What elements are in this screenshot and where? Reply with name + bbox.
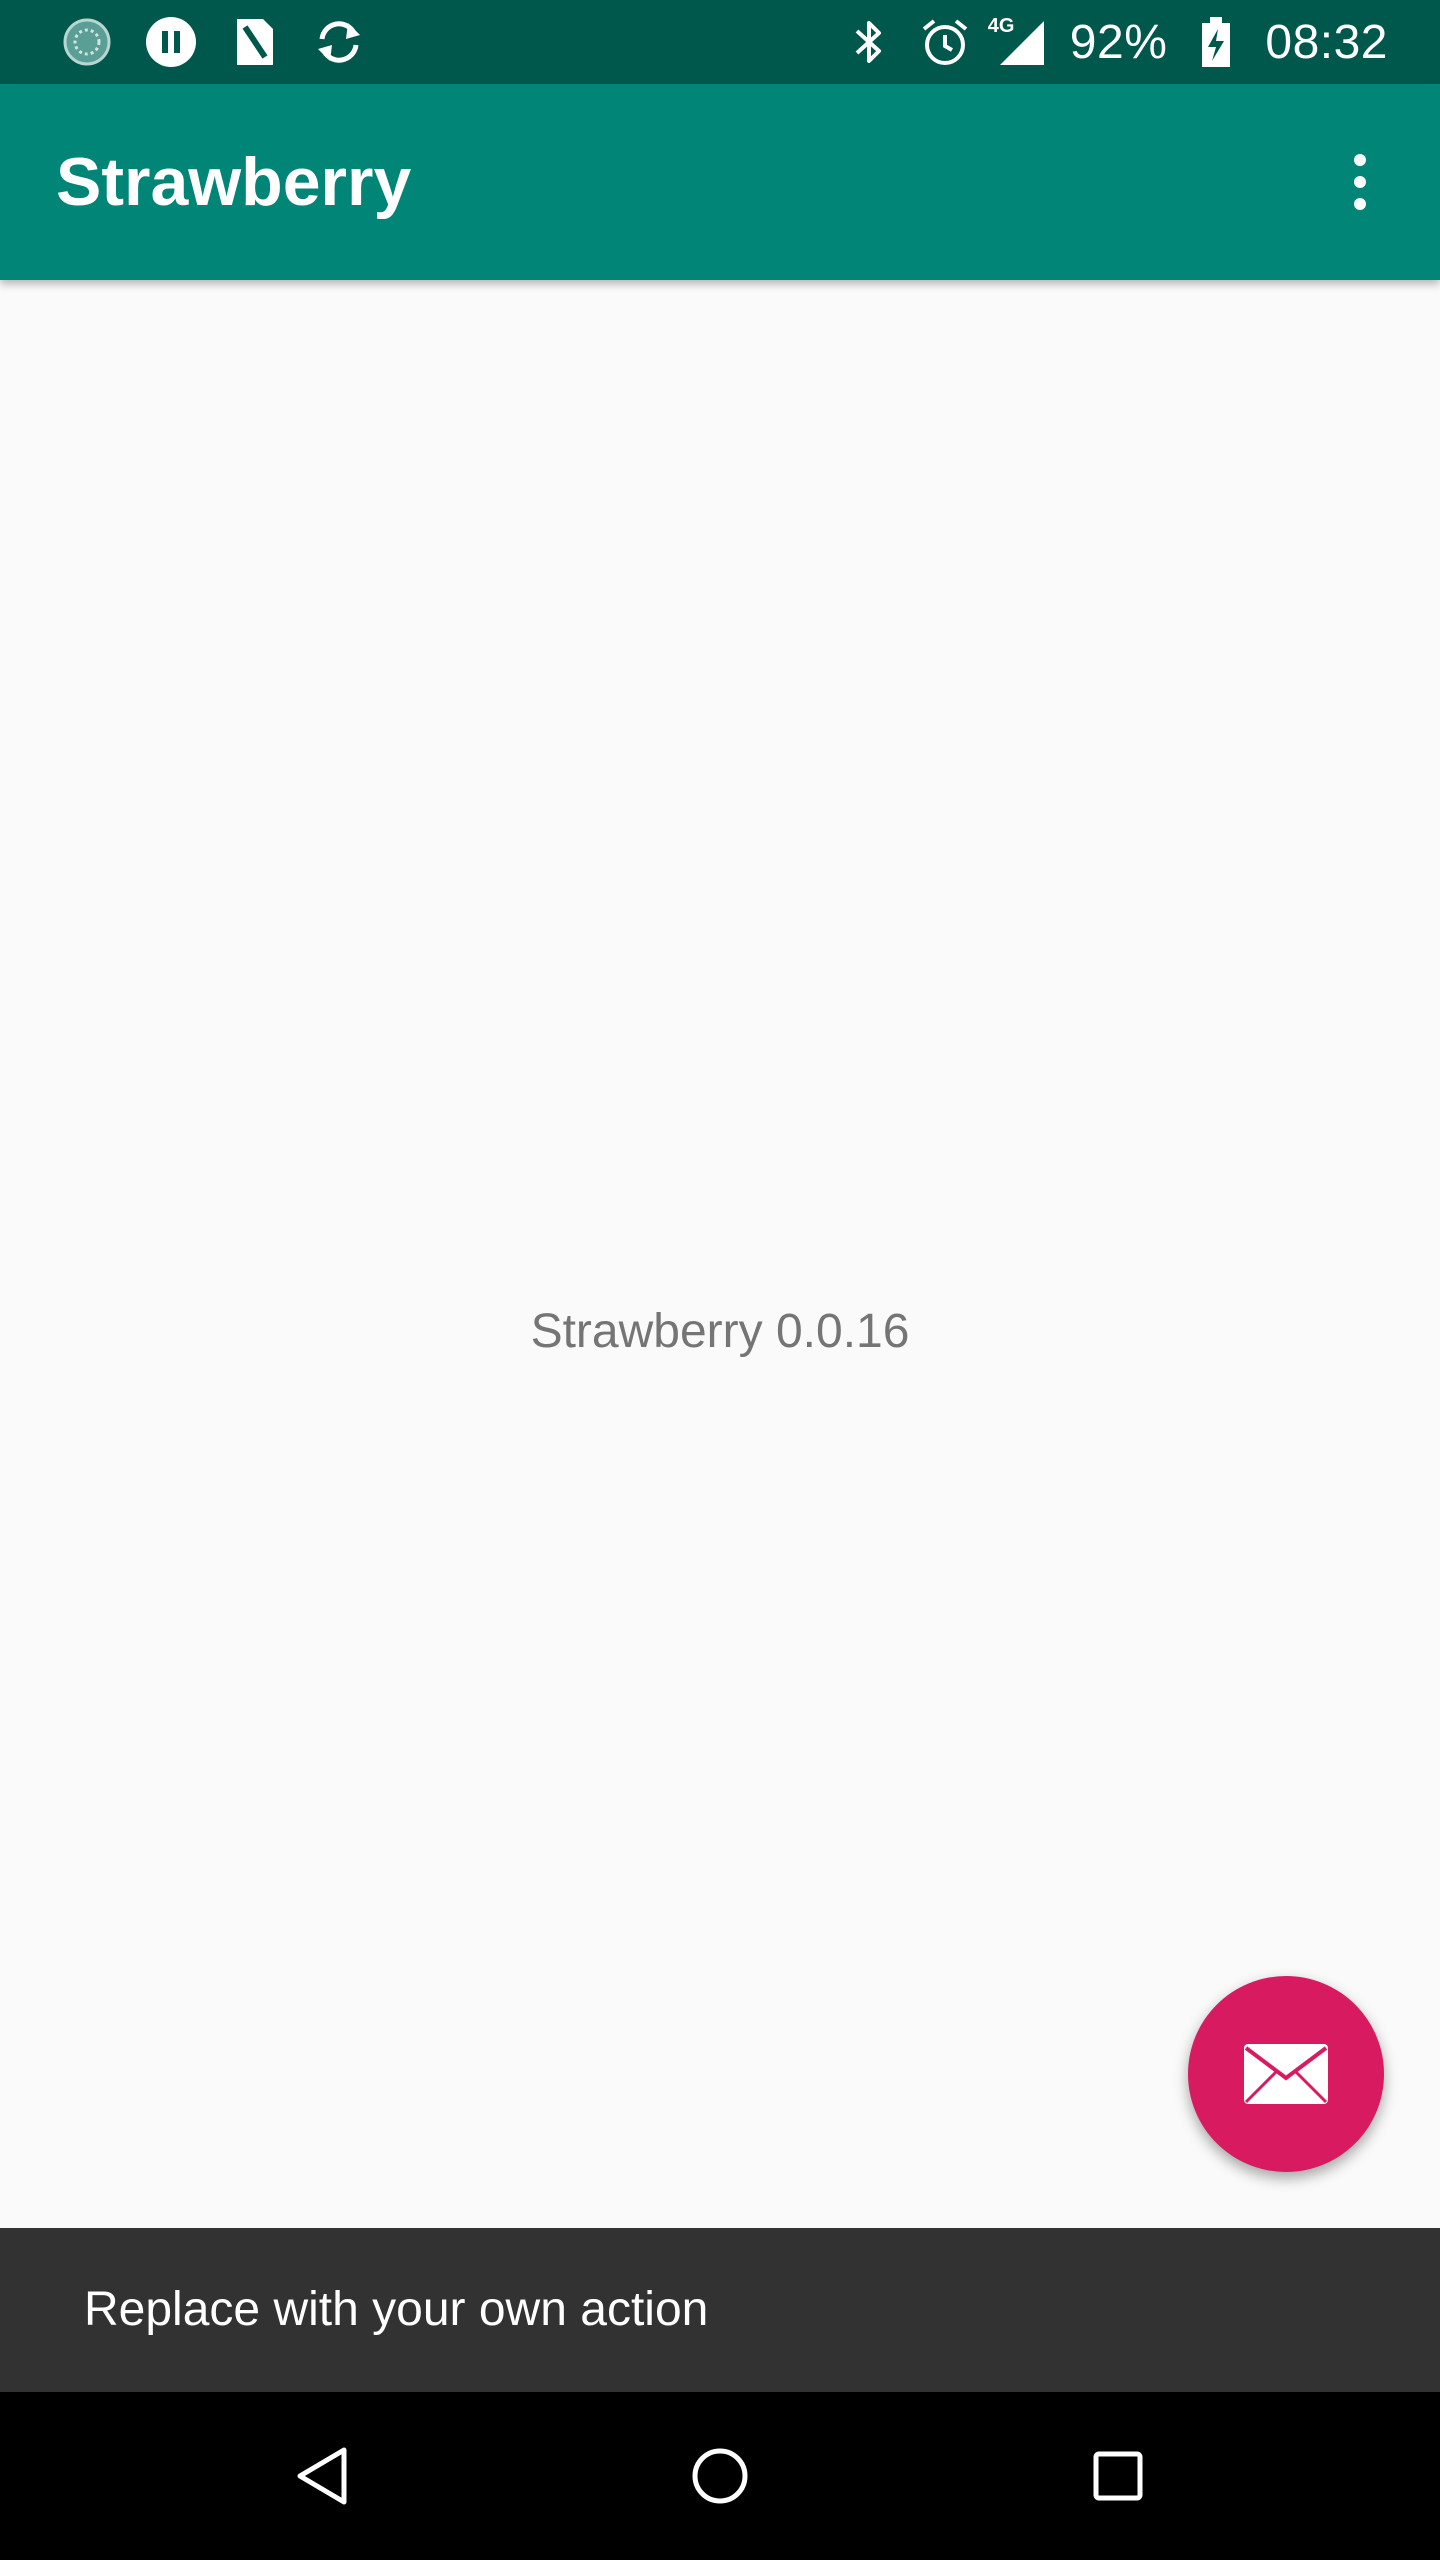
pause-icon — [144, 15, 198, 69]
signal-icon: 4G — [988, 15, 1048, 69]
alarm-icon — [918, 15, 972, 69]
app-bar: Strawberry — [0, 84, 1440, 280]
recents-button[interactable] — [1058, 2416, 1178, 2536]
status-left-icons — [60, 12, 366, 72]
recents-icon — [1093, 2451, 1143, 2501]
back-button[interactable] — [262, 2416, 382, 2536]
back-icon — [297, 2447, 347, 2505]
snackbar: Replace with your own action — [0, 2228, 1440, 2392]
sim-card-icon — [228, 15, 282, 69]
version-text: Strawberry 0.0.16 — [530, 1305, 910, 1358]
more-vert-icon — [1354, 154, 1366, 210]
battery-percent: 92% — [1069, 15, 1168, 69]
overflow-menu-button[interactable] — [1300, 122, 1420, 242]
sync-icon — [312, 15, 366, 69]
bluetooth-icon — [842, 15, 896, 69]
email-fab-button[interactable] — [1188, 1976, 1384, 2172]
email-icon — [1244, 2044, 1328, 2104]
home-button[interactable] — [660, 2416, 780, 2536]
snackbar-message: Replace with your own action — [84, 2283, 709, 2336]
main-content: Strawberry 0.0.16 — [0, 280, 1440, 2228]
home-icon — [692, 2448, 748, 2504]
network-type-label: 4G — [987, 15, 1015, 37]
navigation-bar — [0, 2392, 1440, 2560]
loading-icon — [60, 15, 114, 69]
status-bar: 4G 92% 08:32 — [0, 0, 1440, 84]
app-title: Strawberry — [56, 144, 412, 220]
clock-time: 08:32 — [1265, 15, 1388, 69]
battery-charging-icon — [1189, 15, 1243, 69]
status-right-icons: 4G 92% 08:32 — [842, 12, 1388, 72]
